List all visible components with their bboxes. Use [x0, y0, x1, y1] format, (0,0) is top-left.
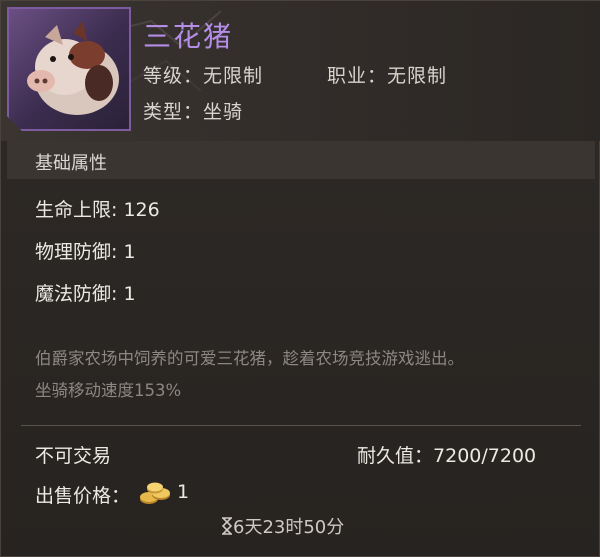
sell-price-value: 1 — [177, 481, 190, 503]
section-title: 基础属性 — [35, 153, 107, 174]
level-value: 无限制 — [203, 65, 264, 87]
description-line-1: 伯爵家农场中饲养的可爱三花猪，趁着农场竞技游戏逃出。 — [35, 349, 464, 368]
class-row: 职业：无限制 — [327, 61, 447, 88]
type-value: 坐骑 — [203, 101, 244, 123]
stat-value: 1 — [123, 283, 136, 305]
stat-value: 126 — [123, 199, 160, 221]
stat-label: 生命上限: — [35, 199, 118, 221]
timer-text: 6天23时50分 — [233, 517, 345, 538]
level-row: 等级：无限制 — [143, 61, 263, 88]
tooltip-header: 三花猪 等级：无限制 职业：无限制 类型：坐骑 — [1, 1, 600, 141]
item-name: 三花猪 — [143, 20, 234, 53]
pig-icon — [27, 21, 119, 115]
item-icon-frame[interactable] — [7, 7, 131, 131]
trade-status: 不可交易 — [35, 445, 112, 467]
class-label: 职业： — [327, 65, 388, 87]
gold-coin-icon — [140, 482, 170, 504]
stat-label: 物理防御: — [35, 241, 118, 263]
durability-value: 7200/7200 — [433, 445, 537, 467]
expiry-timer: 6天23时50分 — [221, 513, 344, 539]
description-line-2: 坐骑移动速度153% — [35, 381, 182, 400]
item-tooltip: 三花猪 等级：无限制 职业：无限制 类型：坐骑 基础属性 生命上限: 126 物… — [0, 0, 600, 557]
durability: 耐久值：7200/7200 — [357, 441, 536, 468]
stat-value: 1 — [123, 241, 136, 263]
durability-label: 耐久值： — [357, 445, 434, 467]
stat-label: 魔法防御: — [35, 283, 118, 305]
divider — [21, 425, 581, 426]
basic-attributes-header: 基础属性 — [7, 141, 595, 179]
stat-magic-defense: 魔法防御: 1 — [35, 279, 136, 306]
stat-physical-defense: 物理防御: 1 — [35, 237, 136, 264]
type-row: 类型：坐骑 — [143, 97, 243, 124]
type-label: 类型： — [143, 101, 204, 123]
stat-hp: 生命上限: 126 — [35, 195, 160, 222]
class-value: 无限制 — [387, 65, 448, 87]
level-label: 等级： — [143, 65, 204, 87]
hourglass-icon — [221, 517, 233, 535]
sell-price-label: 出售价格： — [35, 485, 131, 507]
